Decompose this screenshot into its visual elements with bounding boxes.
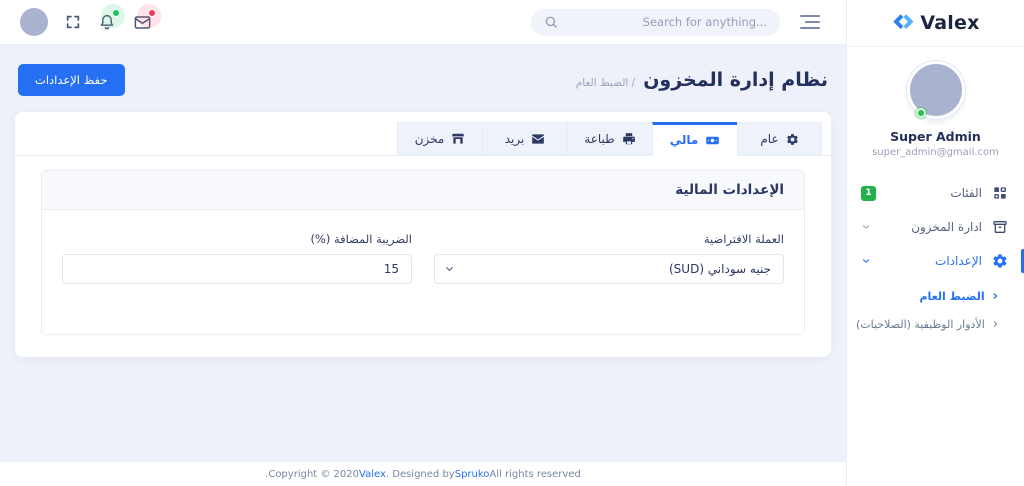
gear-icon — [786, 133, 799, 146]
gear-icon — [992, 253, 1008, 269]
tab-label: عام — [760, 132, 779, 146]
main-area: نظام إدارة المخزون / الضبط العام حفظ الإ… — [0, 0, 846, 486]
user-profile: Super Admin super_admin@gmail.com — [847, 47, 1024, 166]
tab-mail[interactable]: بريد — [482, 122, 567, 156]
vat-tax-field: الضريبة المضافة (%) — [62, 232, 412, 284]
valex-admin-app: نظام إدارة المخزون / الضبط العام حفظ الإ… — [0, 0, 1024, 486]
submenu-item-roles-permissions[interactable]: ‹ الأدوار الوظيفية (الصلاحيات) — [847, 310, 1024, 338]
tab-label: طباعة — [584, 132, 615, 146]
chevron-left-icon: ‹ — [992, 288, 998, 304]
brand-logo[interactable]: Valex — [847, 0, 1024, 47]
settings-submenu: ‹ الضبط العام ‹ الأدوار الوظيفية (الصلاح… — [847, 282, 1024, 338]
section-title: الإعدادات المالية — [42, 171, 804, 210]
financial-settings-section: الإعدادات المالية العملة الافتراضية جنيه… — [41, 170, 805, 335]
sidebar-item-label: الإعدادات — [935, 254, 982, 268]
user-name: Super Admin — [890, 129, 981, 144]
submenu-item-label: الأدوار الوظيفية (الصلاحيات) — [856, 317, 985, 331]
sidebar-menu: الفئات 1 ادارة المخزون الإعدادات ‹ الضبط… — [847, 176, 1024, 338]
valex-logo-icon — [891, 12, 914, 34]
default-currency-label: العملة الافتراضية — [703, 232, 784, 246]
tab-financial[interactable]: مالي — [652, 122, 737, 156]
money-bill-icon — [705, 133, 720, 148]
menu-toggle-icon[interactable] — [800, 15, 820, 29]
fullscreen-icon[interactable] — [65, 14, 81, 30]
chevron-down-icon — [861, 256, 871, 266]
grid-categories-icon — [992, 185, 1008, 201]
online-status-dot — [915, 108, 926, 118]
default-currency-field: العملة الافتراضية جنيه سوداني (SUD) — [434, 232, 784, 284]
sidebar-item-inventory[interactable]: ادارة المخزون — [847, 210, 1024, 244]
archive-box-icon — [992, 219, 1008, 235]
sidebar-item-settings[interactable]: الإعدادات — [847, 244, 1024, 278]
notification-dot — [112, 9, 120, 17]
tab-label: مالي — [669, 133, 699, 147]
breadcrumb[interactable]: / الضبط العام — [576, 77, 635, 89]
vat-tax-input[interactable] — [62, 254, 412, 284]
spruko-link[interactable]: Spruko — [455, 469, 490, 480]
message-dot — [148, 8, 156, 17]
submenu-item-label: الضبط العام — [919, 289, 985, 303]
chevron-down-icon — [861, 222, 871, 232]
rights-text: All rights reserved — [489, 468, 581, 480]
profile-avatar[interactable] — [906, 61, 965, 119]
tab-label: بريد — [504, 132, 525, 146]
chevron-left-icon: ‹ — [992, 316, 998, 332]
tab-warehouse[interactable]: مخزن — [397, 122, 482, 156]
page-content: نظام إدارة المخزون / الضبط العام حفظ الإ… — [0, 45, 846, 461]
notifications-bell-icon[interactable] — [98, 4, 125, 31]
brand-name: Valex — [920, 12, 980, 34]
section-form: العملة الافتراضية جنيه سوداني (SUD) الضر… — [42, 210, 804, 334]
search-input[interactable] — [566, 15, 767, 29]
settings-card: عام مالي طباعة بريد مخزن الإعدادات المال… — [15, 112, 831, 357]
title-breadcrumb-group: نظام إدارة المخزون / الضبط العام — [576, 69, 828, 91]
settings-tabs: عام مالي طباعة بريد مخزن — [15, 122, 831, 156]
designed-by-text: . Designed by — [385, 468, 455, 480]
save-settings-button[interactable]: حفظ الإعدادات — [18, 64, 125, 96]
submenu-item-general-settings[interactable]: ‹ الضبط العام — [847, 282, 1024, 310]
sidebar-item-categories[interactable]: الفئات 1 — [847, 176, 1024, 210]
sidebar-item-label: ادارة المخزون — [911, 220, 982, 234]
vat-tax-label: الضريبة المضافة (%) — [310, 232, 412, 246]
tab-print[interactable]: طباعة — [567, 122, 652, 156]
tab-general[interactable]: عام — [737, 122, 822, 156]
categories-count-badge: 1 — [861, 185, 876, 201]
top-bar — [0, 0, 846, 45]
store-icon — [451, 132, 465, 146]
copyright-text: .Copyright © 2020 — [265, 468, 360, 480]
header-user-avatar[interactable] — [20, 8, 48, 36]
page-title: نظام إدارة المخزون — [643, 69, 828, 91]
messages-mail-icon[interactable] — [133, 3, 161, 32]
search-bar[interactable] — [531, 8, 780, 36]
tab-label: مخزن — [414, 132, 445, 146]
page-footer: .Copyright © 2020 Valex . Designed by Sp… — [0, 461, 846, 486]
printer-icon — [622, 132, 636, 146]
right-sidebar: Valex Super Admin super_admin@gmail.com … — [846, 0, 1024, 486]
default-currency-select[interactable]: جنيه سوداني (SUD) — [434, 254, 784, 284]
valex-link[interactable]: Valex — [359, 469, 386, 480]
search-icon — [544, 15, 558, 29]
envelope-icon — [531, 132, 545, 146]
user-email: super_admin@gmail.com — [872, 147, 999, 158]
page-header: نظام إدارة المخزون / الضبط العام حفظ الإ… — [15, 63, 831, 97]
sidebar-item-label: الفئات — [950, 186, 982, 200]
